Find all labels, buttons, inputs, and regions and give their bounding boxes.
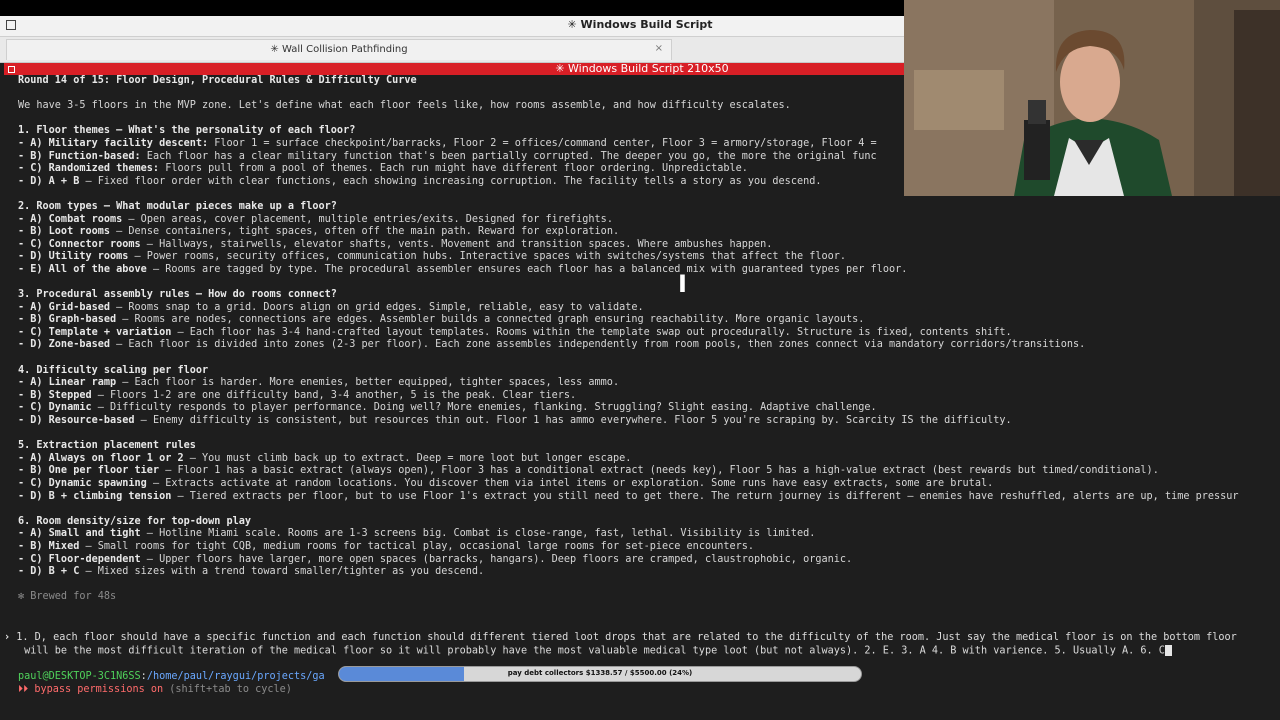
option-line: - A) Small and tight — Hotline Miami sca…: [18, 528, 816, 540]
status-line: paul@DESKTOP-3C1N6SS:/home/paul/raygui/p…: [18, 671, 325, 682]
bypass-icon: ⏵⏵: [18, 684, 29, 695]
option-line: - C) Template + variation — Each floor h…: [18, 326, 1012, 338]
webcam-overlay: [904, 0, 1280, 196]
option-line: - D) Zone-based — Each floor is divided …: [18, 339, 1086, 351]
text-cursor-icon: I: [678, 270, 687, 298]
option-line: - C) Floor-dependent — Upper floors have…: [18, 553, 853, 565]
option-line: - D) B + climbing tension — Tiered extra…: [18, 490, 1239, 502]
option-line: - B) One per floor tier — Floor 1 has a …: [18, 465, 1159, 477]
option-line: - A) Always on floor 1 or 2 — You must c…: [18, 452, 632, 464]
tab-label: ✳ Wall Collision Pathfinding: [270, 44, 408, 55]
option-line: - A) Combat rooms — Open areas, cover pl…: [18, 213, 613, 225]
prompt-line-2: will be the most difficult iteration of …: [18, 645, 1165, 657]
webcam-image: [904, 0, 1280, 196]
bypass-permissions-line[interactable]: ⏵⏵ bypass permissions on (shift+tab to c…: [18, 684, 292, 697]
user-host: paul@DESKTOP-3C1N6SS: [18, 671, 141, 682]
option-line: - A) Grid-based — Rooms snap to a grid. …: [18, 301, 644, 313]
close-icon[interactable]: ×: [655, 43, 663, 54]
option-line: - C) Dynamic — Difficulty responds to pl…: [18, 402, 877, 414]
option-line: - D) B + C — Mixed sizes with a trend to…: [18, 566, 485, 578]
cwd-path: /home/paul/raygui/projects/ga: [146, 671, 325, 682]
section-title: 5. Extraction placement rules: [18, 440, 196, 452]
option-line: - B) Mixed — Small rooms for tight CQB, …: [18, 540, 755, 552]
text-caret: [1164, 644, 1172, 656]
option-line: - A) Linear ramp — Each floor is harder.…: [18, 377, 620, 389]
debt-progress-bar: pay debt collectors $1338.57 / $5500.00 …: [338, 666, 862, 682]
section-title: 3. Procedural assembly rules — How do ro…: [18, 289, 337, 301]
tab-wall-collision-pathfinding[interactable]: ✳ Wall Collision Pathfinding ×: [6, 39, 672, 60]
option-line: - E) All of the above — Rooms are tagged…: [18, 263, 908, 275]
prompt-line-1: 1. D, each floor should have a specific …: [10, 632, 1237, 643]
section-title: 6. Room density/size for top-down play: [18, 515, 252, 527]
option-line: - B) Loot rooms — Dense containers, tigh…: [18, 226, 620, 238]
option-line: - B) Graph-based — Rooms are nodes, conn…: [18, 314, 865, 326]
section-title: 2. Room types — What modular pieces make…: [18, 200, 337, 212]
brewed-status: ✻ Brewed for 48s: [18, 591, 117, 603]
option-line: - C) Connector rooms — Hallways, stairwe…: [18, 238, 773, 250]
section-title: 4. Difficulty scaling per floor: [18, 364, 209, 376]
prompt-input[interactable]: › 1. D, each floor should have a specifi…: [4, 632, 1280, 662]
progress-label: pay debt collectors $1338.57 / $5500.00 …: [507, 669, 693, 677]
option-line: - C) Dynamic spawning — Extracts activat…: [18, 478, 994, 489]
option-line: - B) Stepped — Floors 1-2 are one diffic…: [18, 389, 577, 401]
option-line: - D) Resource-based — Enemy difficulty i…: [18, 415, 1012, 427]
option-line: - D) Utility rooms — Power rooms, securi…: [18, 251, 847, 263]
